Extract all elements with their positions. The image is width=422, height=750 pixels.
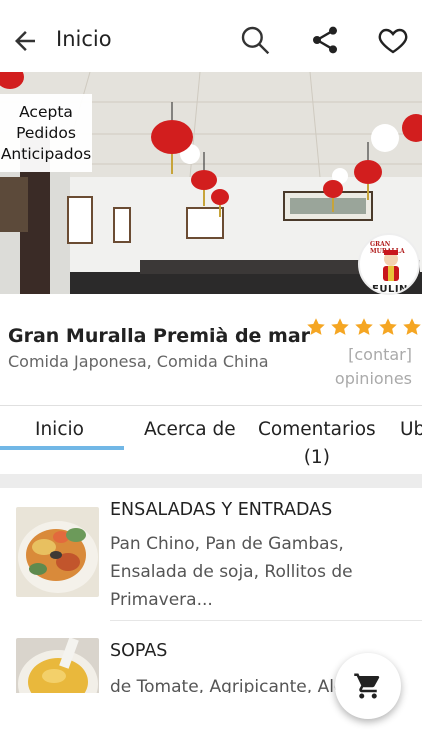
dish-thumbnail bbox=[16, 507, 99, 597]
chef-mascot-icon bbox=[383, 250, 399, 281]
restaurant-name: Gran Muralla Premià de mar bbox=[8, 325, 311, 347]
category-title: ENSALADAS Y ENTRADAS bbox=[110, 500, 333, 520]
item-divider bbox=[110, 620, 422, 621]
rating-opinions-label: opiniones bbox=[334, 369, 412, 388]
section-separator bbox=[0, 474, 422, 488]
rating-count-link[interactable]: [contar] bbox=[348, 345, 412, 364]
preorder-badge: Acepta Pedidos Anticipados bbox=[0, 94, 92, 172]
description-line: Ensalada de soja, Rollitos de bbox=[110, 562, 353, 582]
category-description: Pan Chino, Pan de Gambas, Ensalada de so… bbox=[110, 530, 410, 614]
share-icon[interactable] bbox=[309, 24, 341, 56]
restaurant-logo: GRAN MURALLA FULIN bbox=[358, 233, 420, 295]
star-icon bbox=[403, 318, 421, 335]
restaurant-info: Gran Muralla Premià de mar Comida Japone… bbox=[0, 295, 422, 405]
star-icon bbox=[355, 318, 373, 335]
restaurant-cuisine: Comida Japonesa, Comida China bbox=[8, 352, 269, 371]
active-tab-indicator bbox=[0, 446, 124, 450]
badge-line: Acepta bbox=[19, 102, 73, 121]
rating-stars[interactable] bbox=[306, 317, 422, 337]
description-line: Pan Chino, Pan de Gambas, bbox=[110, 534, 344, 554]
tab-bar: Inicio Acerca de Comentarios (1) Ub bbox=[0, 406, 422, 474]
star-icon bbox=[307, 318, 325, 335]
tab-comentarios-label: Comentarios bbox=[258, 419, 376, 440]
cart-button[interactable] bbox=[335, 653, 401, 719]
tab-comentarios-count: (1) bbox=[303, 447, 330, 468]
page-title: Inicio bbox=[56, 27, 112, 51]
tab-comentarios[interactable]: Comentarios (1) bbox=[258, 416, 376, 472]
tab-ubicacion[interactable]: Ub bbox=[400, 416, 422, 444]
badge-line: Anticipados bbox=[0, 144, 92, 163]
dish-thumbnail bbox=[16, 638, 99, 693]
shopping-cart-icon bbox=[354, 673, 380, 699]
category-title: SOPAS bbox=[110, 641, 168, 661]
star-icon bbox=[331, 318, 349, 335]
app-bar: Inicio bbox=[0, 0, 422, 72]
search-icon[interactable] bbox=[239, 24, 271, 56]
heart-outline-icon[interactable] bbox=[377, 24, 409, 56]
badge-line: Pedidos bbox=[16, 123, 76, 142]
tab-inicio[interactable]: Inicio bbox=[35, 416, 84, 444]
arrow-back-icon[interactable] bbox=[10, 26, 40, 56]
tab-acerca-de[interactable]: Acerca de bbox=[144, 416, 236, 444]
star-icon bbox=[379, 318, 397, 335]
description-line: Primavera... bbox=[110, 590, 213, 610]
